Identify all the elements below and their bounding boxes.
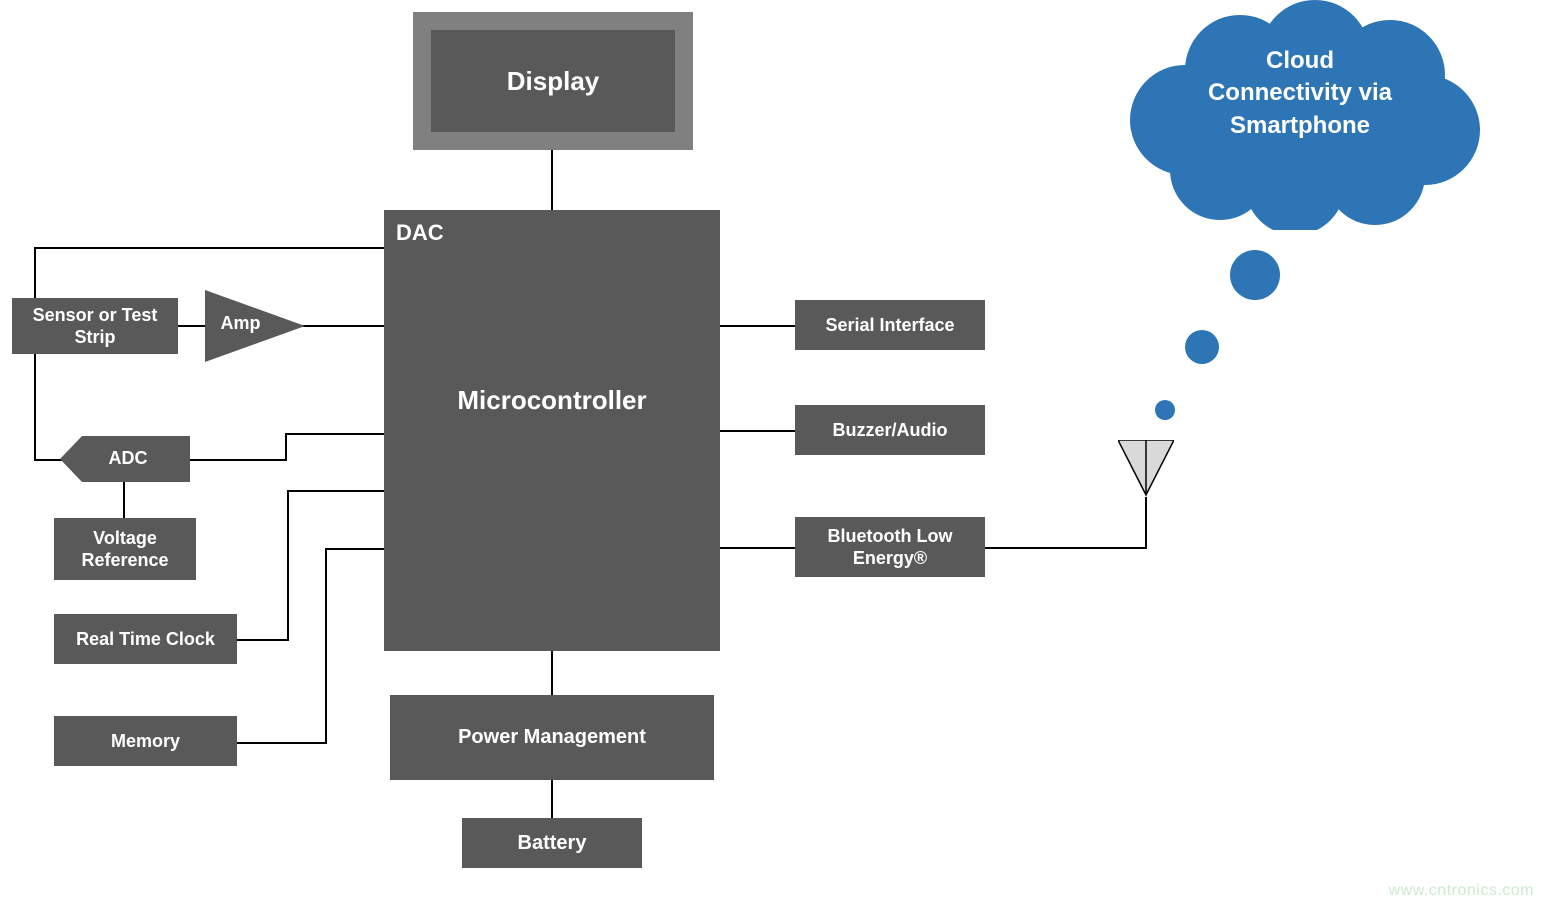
conn-dac-h1	[34, 247, 384, 249]
cloud-line1: Cloud	[1266, 47, 1334, 74]
serial-block: Serial Interface	[795, 300, 985, 350]
conn-serial-mcu	[720, 325, 795, 327]
sensor-label: Sensor or Test Strip	[12, 300, 178, 353]
cloud-bubble-medium	[1185, 330, 1219, 364]
conn-display-mcu	[551, 150, 553, 210]
microcontroller-block: DAC Microcontroller	[384, 210, 720, 651]
buzzer-block: Buzzer/Audio	[795, 405, 985, 455]
conn-mem-h	[237, 742, 325, 744]
power-mgmt-block: Power Management	[390, 695, 714, 780]
microcontroller-label: Microcontroller	[384, 385, 720, 416]
dac-label: DAC	[396, 220, 444, 246]
conn-sensor-amp	[178, 325, 208, 327]
memory-block: Memory	[54, 716, 237, 766]
conn-mem-h2	[325, 548, 385, 550]
power-mgmt-label: Power Management	[450, 721, 654, 754]
watermark-text: www.cntronics.com	[1389, 882, 1534, 900]
ble-label: Bluetooth Low Energy®	[795, 521, 985, 574]
conn-power-battery	[551, 780, 553, 820]
cloud-bubble-small	[1155, 400, 1175, 420]
cloud-line3: Smartphone	[1230, 112, 1370, 139]
conn-rtc-v	[287, 490, 289, 641]
battery-label: Battery	[510, 827, 595, 860]
cloud-bubble-large	[1230, 250, 1280, 300]
conn-buzzer-mcu	[720, 430, 795, 432]
serial-label: Serial Interface	[817, 310, 962, 341]
display-label: Display	[499, 61, 608, 102]
conn-vref-adc	[123, 480, 125, 520]
conn-ble-ant-v	[1145, 497, 1147, 549]
adc-label: ADC	[88, 448, 168, 469]
rtc-label: Real Time Clock	[68, 624, 223, 655]
amp-label: Amp	[213, 313, 268, 334]
conn-dac-v1	[34, 247, 36, 300]
memory-label: Memory	[103, 726, 188, 757]
cloud-line2: Connectivity via	[1208, 79, 1392, 106]
conn-ble-mcu	[720, 547, 795, 549]
voltage-ref-label: Voltage Reference	[54, 523, 196, 576]
ble-block: Bluetooth Low Energy®	[795, 517, 985, 577]
battery-block: Battery	[462, 818, 642, 868]
conn-mem-v	[325, 548, 327, 744]
conn-adc-h1	[34, 459, 62, 461]
conn-adc-mcu-v	[285, 433, 287, 461]
conn-rtc-h2	[287, 490, 385, 492]
conn-adc-v1	[34, 351, 36, 459]
display-block: Display	[413, 12, 693, 150]
rtc-block: Real Time Clock	[54, 614, 237, 664]
conn-adc-mcu-h	[190, 459, 285, 461]
buzzer-label: Buzzer/Audio	[825, 415, 956, 446]
conn-mcu-power	[551, 651, 553, 696]
voltage-ref-block: Voltage Reference	[54, 518, 196, 580]
sensor-block: Sensor or Test Strip	[12, 298, 178, 354]
cloud-text: Cloud Connectivity via Smartphone	[1155, 45, 1445, 142]
antenna-icon	[1118, 440, 1174, 500]
conn-adc-mcu-h2	[285, 433, 385, 435]
conn-ble-ant-h	[985, 547, 1145, 549]
conn-amp-mcu	[300, 325, 385, 327]
conn-rtc-h	[237, 639, 287, 641]
